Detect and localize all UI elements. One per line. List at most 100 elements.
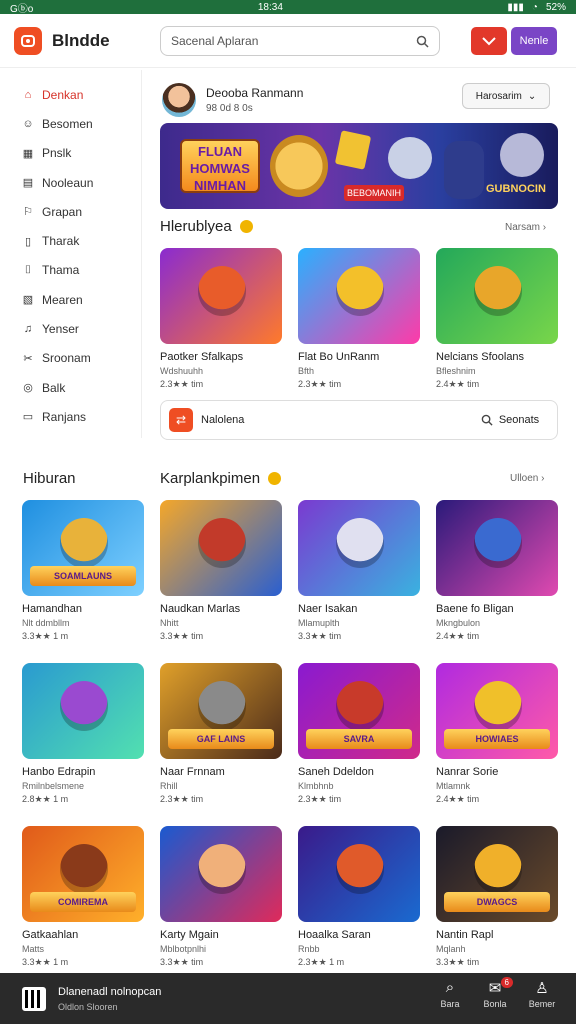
banner-right-label: GUBNOCIN [486,183,546,195]
settings-icon: ◎ [23,382,33,395]
game-card[interactable]: Naer Isakan Mlamuplth 3.3★★ tim [298,500,422,642]
game-thumbnail[interactable] [160,248,282,344]
sidebar-item[interactable]: ▭ Ranjans [0,402,141,431]
game-card[interactable]: Hoaalka Saran Rnbb 2.3★★ 1 m [298,826,422,968]
game-card[interactable]: Baene fo Bligan Mkngbulon 2.4★★ tim [436,500,560,642]
game-character [474,518,522,568]
section2-left-title: Hiburan [23,470,76,487]
section2-link[interactable]: Ulloen › [510,473,544,484]
signal-icon: ▮▮▮ [507,1,524,13]
wifi-icon: ◔ [531,1,538,13]
game-thumbnail[interactable] [298,248,420,344]
search-input[interactable]: Sacenal Aplaran [160,26,440,56]
brand-name: Blndde [52,30,110,50]
game-character [474,266,522,316]
game-card[interactable]: Naudkan Marlas Nhitt 3.3★★ tim [160,500,284,642]
game-title: Nantin Rapl [436,929,494,941]
game-card[interactable]: Hanbo Edrapin Rmilnbelsmene 2.8★★ 1 m [22,663,146,805]
section2-title: Karplankpimen [160,470,261,487]
logo-icon [21,34,35,47]
game-thumbnail[interactable]: GAF LAINS [160,663,282,759]
game-card[interactable]: Karty Mgain Mblbotpnlhi 3.3★★ tim [160,826,284,968]
game-card[interactable]: Nelcians Sfoolans Bfleshnim 2.4★★ tim [436,248,560,390]
game-sub2: 3.3★★ tim [298,631,342,641]
promo-banner[interactable]: FLUAN HOMWAS NIMHAN BEBOMANIH GUBNOCIN [160,123,558,209]
section2-link-text: Ulloen [510,473,539,484]
game-card[interactable]: HOWIAES Nanrar Sorie Mtlamnk 2.4★★ tim [436,663,560,805]
sidebar: ⌂ Denkan ☺ Besomen ▦ Pnslk ▤ Nooleaun ⚐ Grapan ▯ Th… [0,70,142,438]
game-thumbnail[interactable] [160,826,282,922]
sidebar-item[interactable]: ▯ Tharak [0,226,141,255]
section2-header: Karplankpimen [160,470,282,487]
game-thumbnail[interactable] [436,500,558,596]
nav-profile-label: Bemer [528,999,556,1009]
bottom-title: Dlanenadl nolnopcan [58,985,162,998]
profile-select-label: Harosarim [475,90,522,102]
user-icon: ☺ [22,117,34,130]
game-card[interactable]: Paotker Sfalkaps Wdshuuhh 2.3★★ tim [160,248,284,390]
sidebar-item-label: Thama [42,263,80,278]
game-thumbnail[interactable] [436,248,558,344]
banner-button[interactable]: BEBOMANIH [344,185,404,201]
nav-profile[interactable]: ♙ Bemer [522,979,562,1009]
sidebar-item[interactable]: ⌷ Thama [0,256,141,285]
grid-icon: ▦ [22,147,34,160]
filter-app-icon[interactable]: ⇄ [169,408,193,432]
game-thumbnail[interactable]: COMIREMA [22,826,144,922]
banner-creature [500,133,544,177]
app-header: Blndde Sacenal Aplaran Nenle [0,14,576,68]
game-thumbnail[interactable] [160,500,282,596]
game-card[interactable]: COMIREMA Gatkaahlan Matts 3.3★★ 1 m [22,826,146,968]
filter-search-label: Seonats [498,414,540,426]
sidebar-item[interactable]: ✂ Sroonam [0,344,141,373]
qr-icon[interactable] [22,986,46,1011]
sidebar-item[interactable]: ⌂ Denkan [0,80,141,109]
game-thumbnail[interactable]: HOWIAES [436,663,558,759]
game-sub1: Rhill [160,781,178,791]
game-title: Nelcians Sfoolans [436,351,525,363]
nav-search[interactable]: ⌕ Bara [430,979,470,1009]
game-title: Naer Isakan [298,603,358,615]
game-card[interactable]: DWAGCS Nantin Rapl Mqlanh 3.3★★ tim [436,826,560,968]
game-sub2: 2.4★★ tim [436,631,480,641]
game-thumbnail[interactable] [298,826,420,922]
game-thumbnail[interactable] [298,500,420,596]
sidebar-item[interactable]: ⚐ Grapan [0,197,141,226]
app-logo[interactable] [14,26,42,55]
sidebar-item[interactable]: ▤ Nooleaun [0,168,141,197]
nav-search-label: Bara [440,999,460,1009]
filter-search-button[interactable]: Seonats [471,406,549,434]
status-bar: Gⓑo 18:34 ▮▮▮ ◔ 52% [0,0,576,15]
game-character [198,681,246,731]
section1-link[interactable]: Narsam › [505,222,546,233]
game-thumbnail[interactable]: SOAMLAUNS [22,500,144,596]
section1-title: Hlerublyea [160,218,232,235]
game-character [336,518,384,568]
profile-select[interactable]: Harosarim ⌄ [462,83,550,109]
sidebar-item[interactable]: ♫ Yenser [0,314,141,343]
banner-title: FLUAN HOMWAS NIMHAN [180,139,260,193]
book-icon: ▯ [24,235,32,248]
game-thumbnail[interactable]: SAVRA [298,663,420,759]
sidebar-item-label: Pnslk [42,146,72,161]
sidebar-item[interactable]: ◎ Balk [0,373,141,402]
sidebar-item[interactable]: ▧ Mearen [0,285,141,314]
game-sub2: 2.8★★ 1 m [22,794,69,804]
game-sub1: Mqlanh [436,944,466,954]
game-card[interactable]: Flat Bo UnRanm Bfth 2.3★★ tim [298,248,422,390]
search-icon [416,35,429,48]
banner-character [270,135,328,197]
avatar[interactable] [162,83,196,117]
nav-messages[interactable]: ✉ 6 Bonla [475,977,515,1009]
game-thumbnail[interactable] [22,663,144,759]
game-thumbnail[interactable]: DWAGCS [436,826,558,922]
game-card[interactable]: SAVRA Saneh Ddeldon Klmbhnb 2.3★★ tim [298,663,422,805]
game-card[interactable]: SOAMLAUNS Hamandhan Nlt ddmbllm 3.3★★ 1 m [22,500,146,642]
menu-button[interactable]: Nenle [511,27,557,55]
notification-button[interactable] [471,27,507,55]
sidebar-item[interactable]: ☺ Besomen [0,109,141,138]
game-sub1: Rnbb [298,944,320,954]
sidebar-item[interactable]: ▦ Pnslk [0,139,141,168]
game-sub1: Mtlamnk [436,781,471,791]
game-card[interactable]: GAF LAINS Naar Frnnam Rhill 2.3★★ tim [160,663,284,805]
